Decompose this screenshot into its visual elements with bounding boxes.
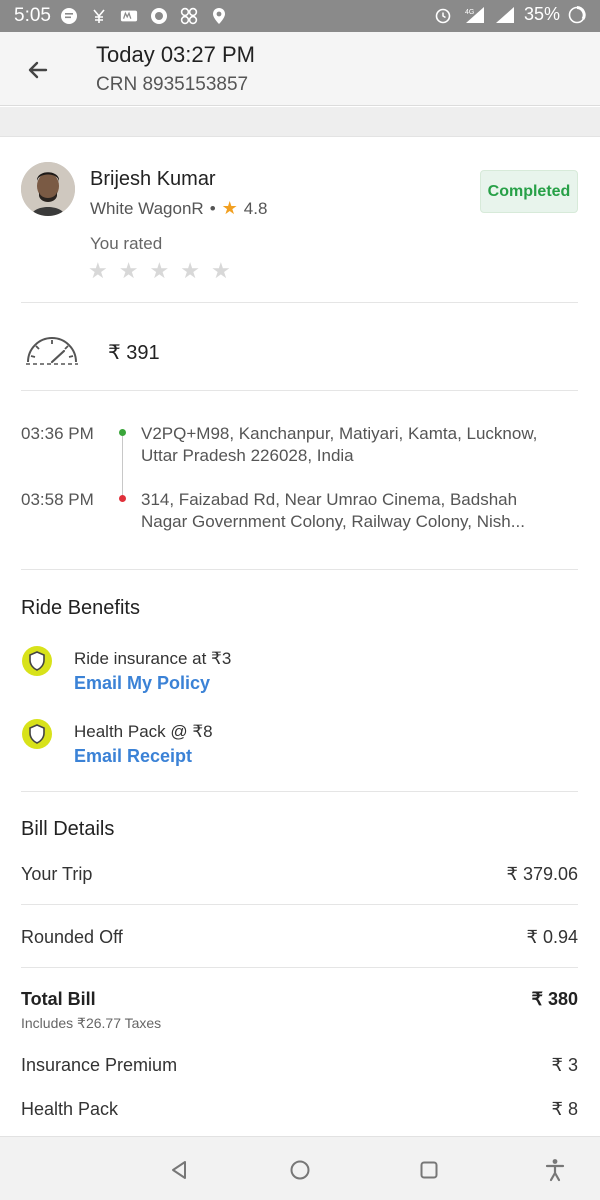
divider — [21, 967, 578, 968]
pinwheel-icon — [180, 7, 198, 25]
ride-benefits-title: Ride Benefits — [21, 597, 140, 619]
health-pack-label: Health Pack — [21, 1099, 119, 1119]
currency-icon — [90, 7, 108, 25]
rating-star-icon[interactable]: ★ — [211, 258, 231, 284]
status-bar: 5:05 4G 35% — [0, 0, 600, 32]
your-trip-value: ₹ 379.06 — [506, 864, 578, 884]
location-pin-icon — [210, 7, 228, 25]
pickup-time: 03:36 PM — [21, 424, 94, 443]
nav-home-button[interactable] — [287, 1157, 313, 1183]
nav-back-button[interactable] — [166, 1157, 192, 1183]
rating-star-icon[interactable]: ★ — [149, 258, 169, 284]
app-logo-icon — [120, 7, 138, 25]
ride-header: Today 03:27 PM CRN 8935153857 — [0, 32, 600, 106]
driver-rating: 4.8 — [243, 198, 268, 218]
rating-star-icon[interactable]: ★ — [119, 258, 139, 284]
email-policy-link[interactable]: Email My Policy — [74, 673, 210, 694]
section-spacer — [0, 107, 600, 137]
separator-dot: • — [209, 198, 216, 218]
divider — [21, 569, 578, 570]
drop-dot-icon — [119, 495, 126, 502]
status-badge: Completed — [480, 170, 578, 213]
circle-home-icon — [290, 1160, 310, 1180]
drop-address: 314, Faizabad Rd, Near Umrao Cinema, Bad… — [141, 490, 525, 531]
alarm-icon — [434, 6, 452, 24]
signal-icon — [494, 6, 516, 24]
insurance-benefit-text: Ride insurance at ₹3 — [74, 649, 232, 668]
driver-avatar — [21, 162, 75, 216]
rounded-off-value: ₹ 0.94 — [526, 927, 579, 947]
signal-4g-icon: 4G — [460, 6, 486, 24]
total-bill-value: ₹ 380 — [531, 989, 579, 1009]
system-nav-bar — [0, 1136, 600, 1200]
shield-icon — [22, 646, 52, 676]
car-info: White WagonR • ★ 4.8 — [90, 198, 267, 219]
square-recents-icon — [420, 1161, 438, 1179]
total-bill-label: Total Bill — [21, 989, 96, 1009]
system-status: 4G 35% — [434, 4, 586, 25]
nav-recents-button[interactable] — [416, 1157, 442, 1183]
bill-details-title: Bill Details — [21, 818, 115, 840]
speedometer-icon — [26, 337, 78, 365]
accessibility-button[interactable] — [542, 1157, 568, 1183]
divider — [21, 791, 578, 792]
status-time: 5:05 — [14, 5, 51, 26]
rounded-off-label: Rounded Off — [21, 927, 123, 947]
pickup-dot-icon — [119, 429, 126, 436]
rating-star-icon[interactable]: ★ — [180, 258, 200, 284]
crn-number: CRN 8935153857 — [96, 74, 249, 95]
battery-percent: 35% — [523, 4, 560, 24]
star-icon: ★ — [221, 198, 238, 218]
divider — [21, 390, 578, 391]
taxes-note: Includes ₹26.77 Taxes — [21, 1015, 162, 1031]
car-model: White WagonR — [90, 198, 204, 218]
svg-text:4G: 4G — [465, 9, 474, 16]
back-button[interactable] — [18, 50, 58, 90]
insurance-premium-value: ₹ 3 — [551, 1055, 578, 1075]
health-pack-value: ₹ 8 — [551, 1099, 578, 1119]
shield-icon — [22, 719, 52, 749]
you-rated-label: You rated — [90, 234, 163, 253]
battery-icon — [568, 5, 586, 24]
divider — [21, 904, 578, 905]
triangle-back-icon — [172, 1161, 186, 1179]
email-receipt-link[interactable]: Email Receipt — [74, 746, 192, 767]
drop-time: 03:58 PM — [21, 490, 94, 509]
chat-bubble-icon — [60, 7, 78, 25]
notification-icons — [60, 6, 228, 26]
your-trip-label: Your Trip — [21, 864, 93, 884]
driver-name: Brijesh Kumar — [90, 168, 216, 190]
fare-amount: ₹ 391 — [108, 342, 160, 364]
divider — [21, 302, 578, 303]
accessibility-icon — [545, 1159, 565, 1182]
insurance-premium-label: Insurance Premium — [21, 1055, 178, 1075]
user-rating-stars[interactable]: ★ ★ ★ ★ ★ — [88, 258, 231, 284]
health-pack-benefit-text: Health Pack @ ₹8 — [74, 722, 213, 741]
rating-star-icon[interactable]: ★ — [88, 258, 108, 284]
back-arrow-icon — [28, 61, 48, 79]
page-title: Today 03:27 PM — [96, 42, 255, 67]
pickup-address: V2PQ+M98, Kanchanpur, Matiyari, Kamta, L… — [141, 424, 538, 465]
route-connector — [122, 436, 123, 496]
circle-app-icon — [150, 7, 168, 25]
